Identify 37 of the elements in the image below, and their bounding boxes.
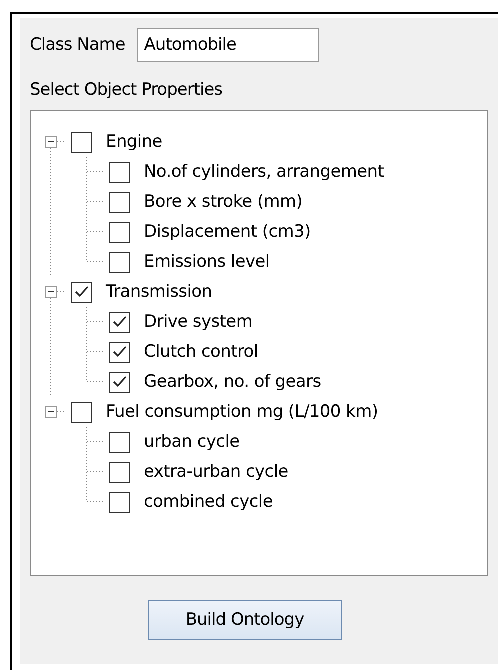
checkbox[interactable] bbox=[109, 192, 130, 212]
checkbox[interactable] bbox=[109, 312, 130, 332]
collapse-icon[interactable] bbox=[45, 286, 57, 298]
tree-item-label[interactable]: Emissions level bbox=[144, 252, 270, 272]
tree-item-label[interactable]: urban cycle bbox=[144, 432, 240, 452]
checkbox[interactable] bbox=[71, 282, 92, 302]
section-label: Select Object Properties bbox=[30, 80, 224, 100]
tree-item-label[interactable]: Displacement (cm3) bbox=[144, 222, 311, 242]
checkbox[interactable] bbox=[71, 402, 92, 422]
tree-item-label[interactable]: extra-urban cycle bbox=[144, 462, 288, 482]
check-icon bbox=[112, 316, 126, 328]
tree-item-label[interactable]: Fuel consumption mg (L/100 km) bbox=[106, 402, 378, 422]
tree-item-label[interactable]: Engine bbox=[106, 132, 162, 152]
check-icon bbox=[74, 286, 88, 298]
checkbox[interactable] bbox=[109, 372, 130, 392]
tree-item-label[interactable]: Transmission bbox=[106, 282, 212, 302]
checkbox[interactable] bbox=[109, 492, 130, 512]
tree-item-label[interactable]: Gearbox, no. of gears bbox=[144, 372, 322, 392]
tree-item-label[interactable]: Clutch control bbox=[144, 342, 258, 362]
tree-item-label[interactable]: No.of cylinders, arrangement bbox=[144, 162, 384, 182]
checkbox[interactable] bbox=[71, 132, 92, 152]
check-icon bbox=[112, 346, 126, 358]
checkbox[interactable] bbox=[109, 432, 130, 452]
collapse-icon[interactable] bbox=[45, 136, 57, 148]
checkbox[interactable] bbox=[109, 162, 130, 182]
check-icon bbox=[112, 376, 126, 388]
checkbox[interactable] bbox=[109, 252, 130, 272]
checkbox[interactable] bbox=[109, 462, 130, 482]
tree-item-label[interactable]: Bore x stroke (mm) bbox=[144, 192, 303, 212]
class-name-label: Class Name bbox=[30, 35, 126, 55]
build-ontology-button[interactable]: Build Ontology bbox=[148, 600, 342, 640]
tree-item-label[interactable]: combined cycle bbox=[144, 492, 273, 512]
checkbox[interactable] bbox=[109, 342, 130, 362]
tree-item-label[interactable]: Drive system bbox=[144, 312, 253, 332]
collapse-icon[interactable] bbox=[45, 406, 57, 418]
checkbox[interactable] bbox=[109, 222, 130, 242]
class-name-field[interactable]: Automobile bbox=[137, 28, 320, 62]
